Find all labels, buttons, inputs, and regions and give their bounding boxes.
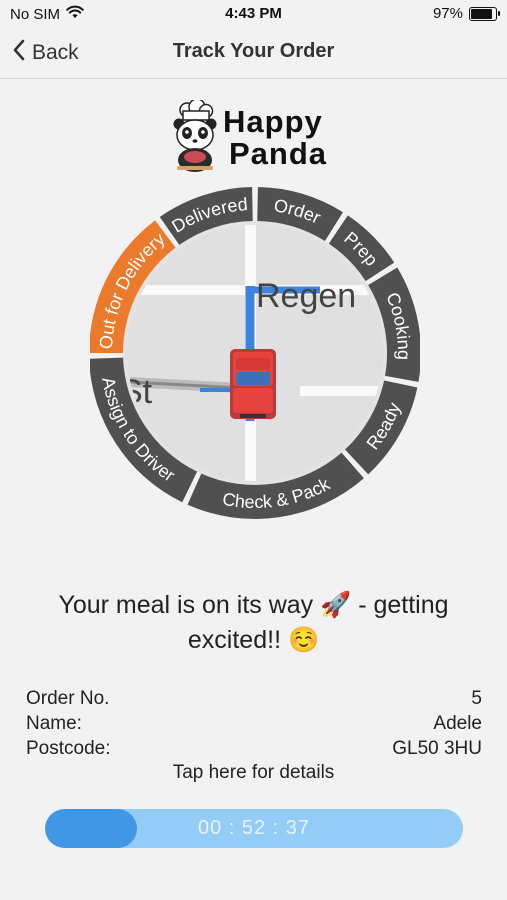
name-row: Name: Adele [26,711,482,736]
logo-text: Happy Panda [223,106,327,170]
status-time: 4:43 PM [225,5,282,22]
status-right: 97% [432,5,500,22]
status-message: Your meal is on its way 🚀 - getting exci… [58,591,449,654]
panda-chef-icon [173,100,217,172]
navigation-bar: Back Track Your Order [0,28,507,79]
order-number-row: Order No. 5 [26,686,482,711]
battery-icon [469,6,500,21]
logo-line-2: Panda [229,136,328,171]
timer-display: 00 : 52 : 37 [197,817,311,839]
order-details: Order No. 5 Name: Adele Postcode: GL50 3… [26,686,482,761]
postcode-value: GL50 3HU [392,738,482,759]
logo-line-1: Happy [223,104,323,139]
happy-panda-logo: Happy Panda [165,100,345,175]
battery-percent: 97% [432,5,463,22]
status-bar: No SIM 4:43 PM 97% [0,0,507,28]
street-label: Regen [256,277,356,315]
delivery-truck-icon [230,349,276,419]
name-value: Adele [433,713,482,734]
order-progress-tracker: Regen St Order Prep Cooking Ready Check & Pa… [89,186,421,520]
order-number-value: 5 [471,688,482,709]
name-label: Name: [26,713,82,734]
postcode-row: Postcode: GL50 3HU [26,736,482,761]
page-title: Track Your Order [172,40,335,62]
delivery-timer-bar: 00 : 52 : 37 [45,809,463,848]
order-number-label: Order No. [26,688,110,709]
postcode-label: Postcode: [26,738,111,759]
details-link[interactable]: Tap here for details [0,762,507,784]
